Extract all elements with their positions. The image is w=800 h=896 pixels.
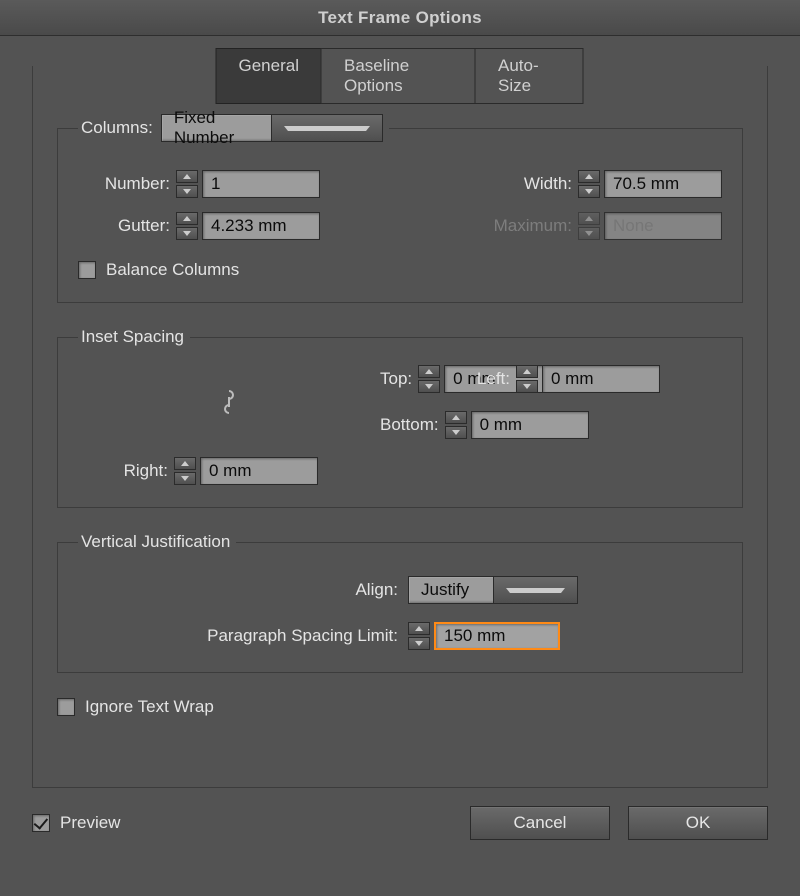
tab-auto-size[interactable]: Auto-Size: [475, 48, 584, 104]
dropdown-arrow-icon: [271, 115, 382, 141]
gutter-label: Gutter:: [78, 216, 170, 236]
number-input[interactable]: [202, 170, 320, 198]
paragraph-spacing-limit-label: Paragraph Spacing Limit:: [78, 626, 398, 646]
top-label: Top:: [380, 369, 412, 389]
columns-legend: Columns: Fixed Number: [78, 114, 389, 142]
left-input[interactable]: [542, 365, 660, 393]
ignore-text-wrap-label: Ignore Text Wrap: [85, 697, 214, 717]
right-label: Right:: [78, 461, 168, 481]
columns-type-value: Fixed Number: [162, 108, 272, 148]
tab-baseline-options[interactable]: Baseline Options: [321, 48, 476, 104]
columns-type-dropdown[interactable]: Fixed Number: [161, 114, 383, 142]
preview-label: Preview: [60, 813, 120, 833]
right-input[interactable]: [200, 457, 318, 485]
stepper-down-icon[interactable]: [408, 637, 430, 650]
checkbox-box-icon: [78, 261, 96, 279]
bottom-label: Bottom:: [380, 415, 439, 435]
columns-legend-label: Columns:: [81, 118, 153, 138]
stepper-down-icon: [578, 227, 600, 240]
dialog-body: General Baseline Options Auto-Size Colum…: [0, 36, 800, 896]
stepper-up-icon[interactable]: [174, 457, 196, 470]
stepper-down-icon[interactable]: [176, 185, 198, 198]
left-label: Left:: [420, 369, 510, 389]
checkbox-box-icon: [57, 698, 75, 716]
width-stepper[interactable]: [578, 170, 600, 198]
stepper-up-icon[interactable]: [176, 170, 198, 183]
inset-spacing-legend: Inset Spacing: [78, 327, 190, 347]
bottom-stepper[interactable]: [445, 411, 467, 439]
stepper-down-icon[interactable]: [176, 227, 198, 240]
align-label: Align:: [78, 580, 398, 600]
gutter-stepper[interactable]: [176, 212, 198, 240]
maximum-input: [604, 212, 722, 240]
balance-columns-checkbox[interactable]: Balance Columns: [78, 260, 722, 280]
stepper-up-icon[interactable]: [445, 411, 467, 424]
align-dropdown[interactable]: Justify: [408, 576, 578, 604]
maximum-stepper: [578, 212, 600, 240]
main-panel: General Baseline Options Auto-Size Colum…: [32, 66, 768, 788]
align-value: Justify: [409, 580, 493, 600]
stepper-up-icon[interactable]: [516, 365, 538, 378]
tabs: General Baseline Options Auto-Size: [217, 48, 584, 104]
vertical-justification-legend: Vertical Justification: [78, 532, 236, 552]
width-input[interactable]: [604, 170, 722, 198]
link-icon[interactable]: [219, 387, 239, 417]
paragraph-spacing-limit-input[interactable]: [434, 622, 560, 650]
maximum-label: Maximum:: [462, 216, 572, 236]
tab-general[interactable]: General: [216, 48, 322, 104]
columns-group: Columns: Fixed Number Number:: [57, 114, 743, 303]
bottom-input[interactable]: [471, 411, 589, 439]
checkbox-box-icon: [32, 814, 50, 832]
cancel-button[interactable]: Cancel: [470, 806, 610, 840]
gutter-input[interactable]: [202, 212, 320, 240]
paragraph-spacing-limit-stepper[interactable]: [408, 622, 430, 650]
stepper-up-icon[interactable]: [578, 170, 600, 183]
ignore-text-wrap-checkbox[interactable]: Ignore Text Wrap: [57, 697, 743, 717]
vertical-justification-group: Vertical Justification Align: Justify Pa…: [57, 532, 743, 673]
number-label: Number:: [78, 174, 170, 194]
preview-checkbox[interactable]: Preview: [32, 813, 120, 833]
right-stepper[interactable]: [174, 457, 196, 485]
stepper-up-icon[interactable]: [176, 212, 198, 225]
stepper-down-icon[interactable]: [445, 426, 467, 439]
stepper-down-icon[interactable]: [578, 185, 600, 198]
stepper-up-icon[interactable]: [408, 622, 430, 635]
stepper-down-icon[interactable]: [516, 380, 538, 393]
inset-spacing-group: Inset Spacing Top:: [57, 327, 743, 508]
action-row: Preview Cancel OK: [32, 806, 768, 840]
left-stepper[interactable]: [516, 365, 538, 393]
stepper-down-icon[interactable]: [174, 472, 196, 485]
ok-button[interactable]: OK: [628, 806, 768, 840]
balance-columns-label: Balance Columns: [106, 260, 239, 280]
dropdown-arrow-icon: [493, 577, 578, 603]
dialog-title: Text Frame Options: [0, 0, 800, 36]
number-stepper[interactable]: [176, 170, 198, 198]
width-label: Width:: [498, 174, 572, 194]
stepper-up-icon: [578, 212, 600, 225]
